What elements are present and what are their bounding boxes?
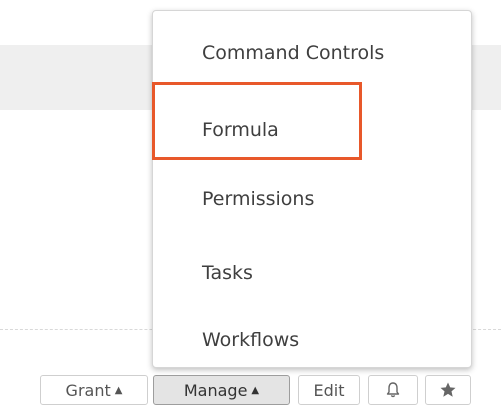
star-icon xyxy=(439,381,457,399)
menu-item-permissions[interactable]: Permissions xyxy=(153,179,471,219)
manage-button-label: Manage xyxy=(183,380,248,400)
menu-item-formula[interactable]: Formula xyxy=(153,110,471,150)
caret-up-icon: ▲ xyxy=(251,384,260,396)
edit-button-label: Edit xyxy=(313,380,345,400)
menu-item-tasks[interactable]: Tasks xyxy=(153,253,471,293)
grant-button[interactable]: Grant ▲ xyxy=(40,375,148,405)
menu-item-command-controls[interactable]: Command Controls xyxy=(153,33,471,73)
manage-dropdown-menu: Command Controls Formula Permissions Tas… xyxy=(152,10,472,368)
favorite-button[interactable] xyxy=(425,375,471,405)
edit-button[interactable]: Edit xyxy=(298,375,360,405)
notifications-button[interactable] xyxy=(368,375,418,405)
caret-up-icon: ▲ xyxy=(114,384,123,396)
menu-item-workflows[interactable]: Workflows xyxy=(153,320,471,360)
bell-icon xyxy=(385,381,401,399)
manage-button[interactable]: Manage ▲ xyxy=(153,375,290,405)
grant-button-label: Grant xyxy=(65,380,111,400)
